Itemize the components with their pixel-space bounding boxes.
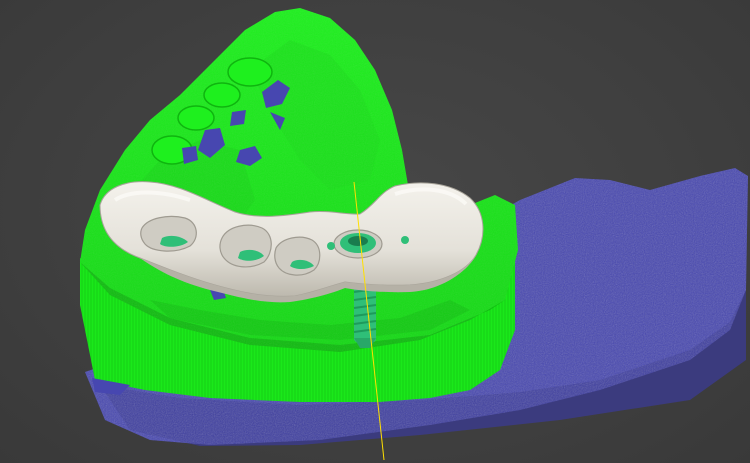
bridge-hole-2 — [219, 224, 272, 268]
bridge-hole-3 — [274, 236, 321, 276]
3d-viewport[interactable] — [0, 0, 750, 463]
implant-fixture[interactable] — [353, 282, 377, 348]
dental-implant-scene[interactable] — [0, 0, 750, 463]
